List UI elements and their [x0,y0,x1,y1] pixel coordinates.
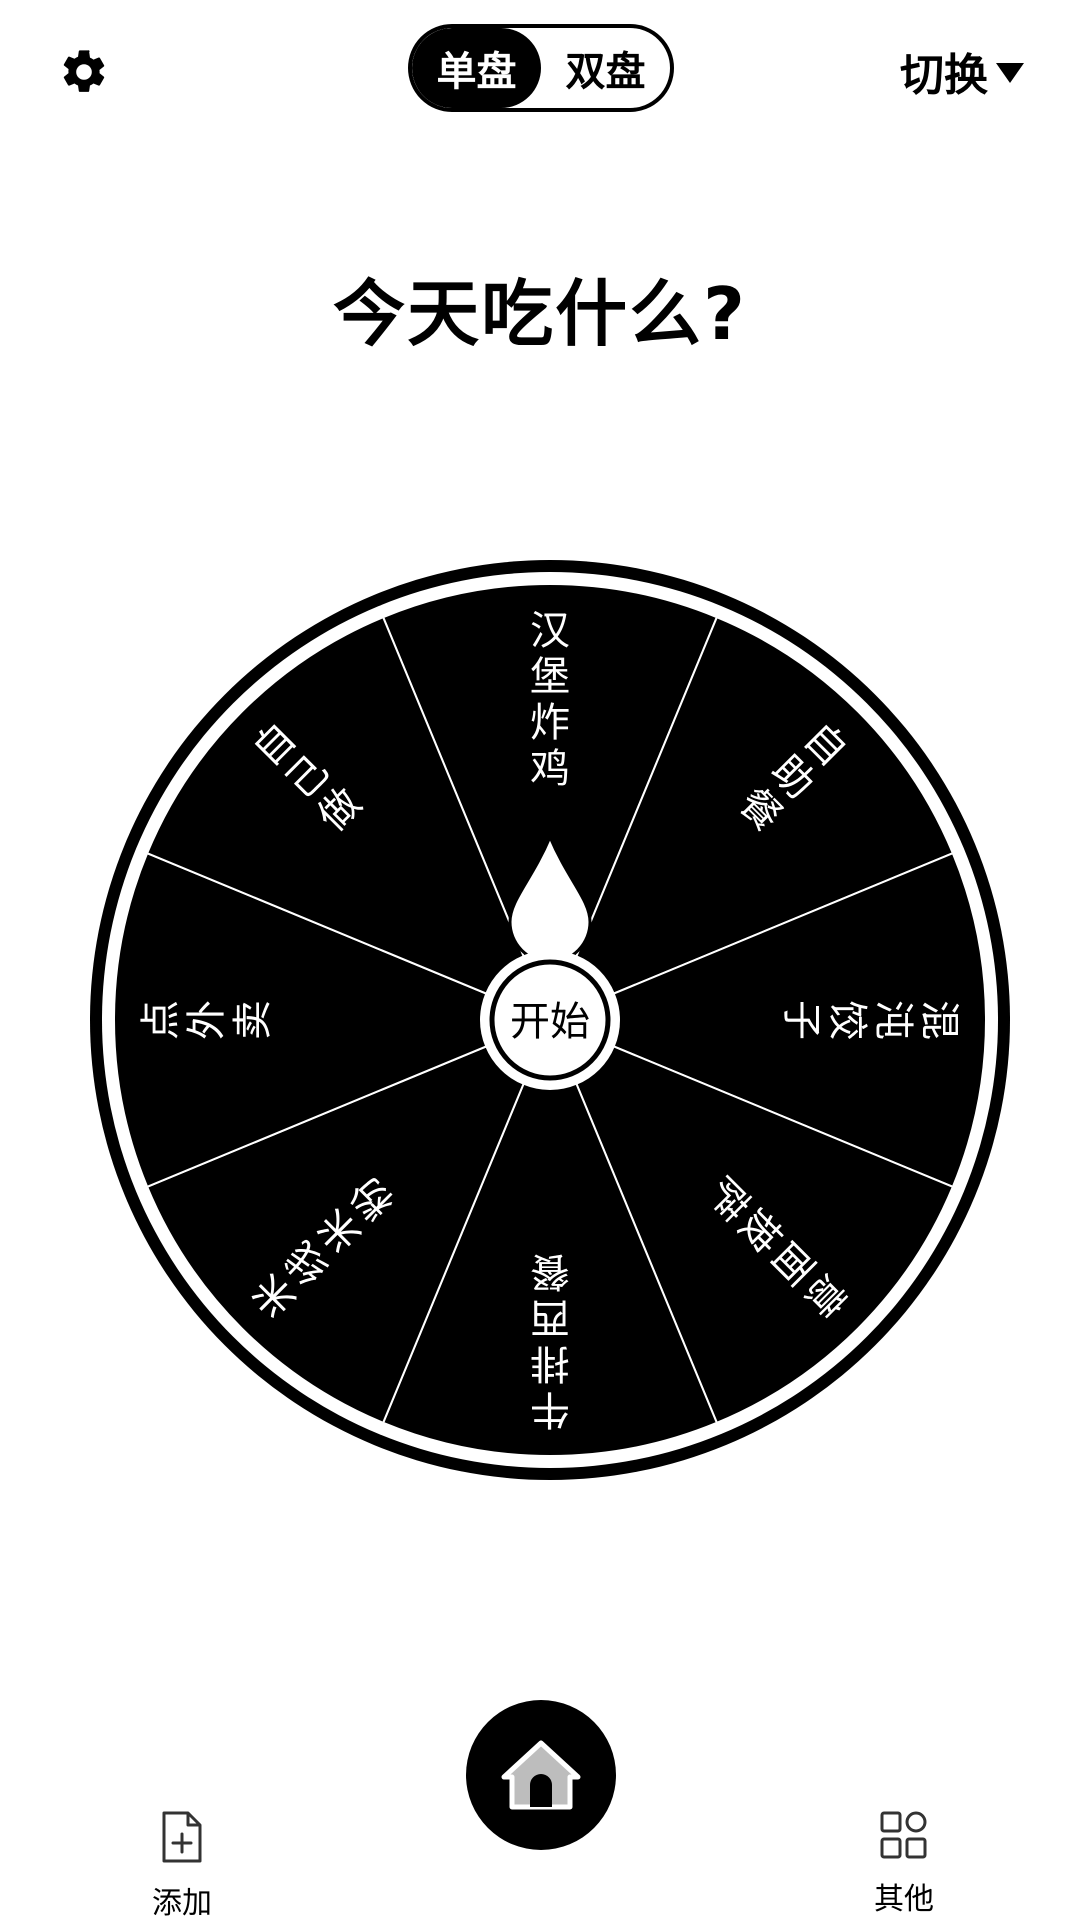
wheel-label-char: 饺 [824,1000,870,1040]
nav-other-label: 其他 [874,1882,934,1917]
wheel-label-char: 堡 [530,654,570,700]
wheel-segment-label: 混沌饺子 [778,1000,962,1040]
wheel-label-char: 子 [778,1000,824,1040]
wheel-svg: 汉堡炸鸡 自助餐混沌饺子意面披萨牛排西餐米线米粉点外卖自己做 开始 [90,560,1010,1480]
wheel-segment-label: 汉堡炸鸡 [530,608,570,792]
wheel-label-char: 炸 [530,700,570,746]
wheel-label-char: 沌 [870,1000,916,1040]
wheel-label-char: 外 [184,1000,230,1040]
tab-double-wheel[interactable]: 双盘 [541,28,670,108]
wheel-label-char: 混 [916,1000,962,1040]
nav-add-label: 添加 [152,1886,212,1921]
wheel-label-char: 卖 [230,1000,276,1040]
switch-label: 切换 [900,50,988,101]
home-icon [501,1740,581,1810]
wheel-label-char: 排 [530,1340,570,1386]
wheel-label-char: 汉 [530,608,570,654]
spin-wheel: 汉堡炸鸡自助餐混沌饺子意面披萨牛排西餐米线米粉点外卖自己做 开始 [80,550,1020,1490]
wheel-segment-label: 牛排西餐 [530,1248,570,1432]
wheel-label-char: 鸡 [530,746,570,792]
wheel-label-char: 餐 [530,1248,570,1294]
home-button[interactable] [466,1700,616,1850]
wheel-segment-label: 点外卖 [138,1000,276,1040]
top-bar: 单盘 双盘 切换 [0,0,1080,140]
caret-down-icon [996,63,1024,83]
tab-single-wheel[interactable]: 单盘 [412,28,541,108]
nav-add[interactable]: 添加 [112,1810,252,1922]
mode-toggle: 单盘 双盘 [408,24,674,112]
grid-icon [880,1811,927,1859]
wheel-label-char: 牛 [530,1386,570,1432]
file-add-icon [162,1811,202,1863]
wheel-label-char: 西 [530,1294,570,1340]
page-title: 今天吃什么? [333,272,747,356]
gear-icon[interactable] [58,46,110,98]
nav-other[interactable]: 其他 [834,1810,974,1918]
switch-dropdown[interactable]: 切换 [900,38,1024,104]
bottom-nav: 添加 其他 [0,1700,1080,1922]
wheel-label-char: 点 [138,1000,184,1040]
start-button-label: 开始 [510,999,590,1045]
